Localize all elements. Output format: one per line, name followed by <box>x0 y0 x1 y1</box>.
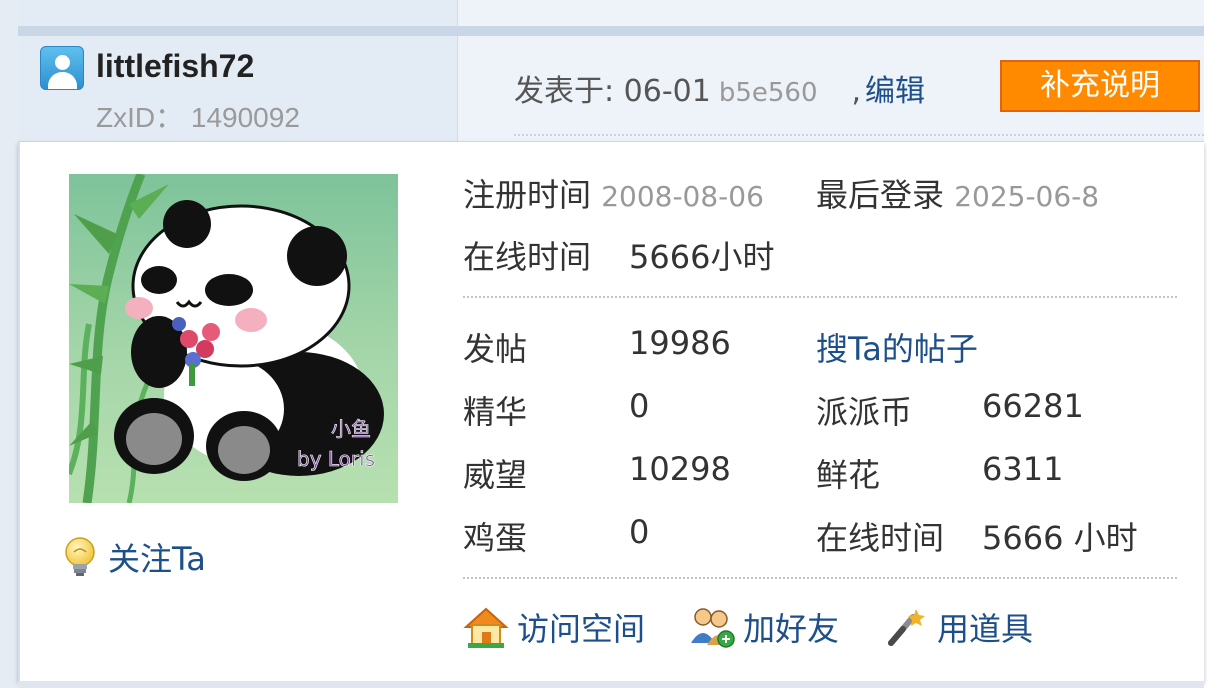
follow-button[interactable]: 关注Ta <box>62 534 206 580</box>
avatar-caption-line1: 小鱼 <box>331 417 371 441</box>
digest-value: 0 <box>629 387 650 425</box>
home-icon <box>463 607 509 648</box>
add-friend-label[interactable]: 加好友 <box>743 604 839 650</box>
post-comma: , <box>851 74 862 109</box>
magic-wand-icon <box>888 609 926 646</box>
online2-value: 5666 小时 <box>982 519 1138 557</box>
author-zxid: ZxID： 1490092 <box>96 102 300 133</box>
author-username[interactable]: littlefish72 <box>96 48 254 85</box>
online-label: 在线时间 <box>463 238 592 276</box>
last-login-label: 最后登录 <box>816 176 945 214</box>
last-login-value: 2025-06-8 <box>954 180 1100 213</box>
online-row: 在线时间 <box>463 232 591 278</box>
edit-link[interactable]: 编辑 <box>865 74 925 109</box>
panda-avatar-image: 小鱼 by Loris <box>69 174 384 503</box>
follow-label[interactable]: 关注Ta <box>108 534 206 580</box>
posts-label: 发帖 <box>463 330 528 368</box>
bottom-strip <box>18 681 1204 688</box>
avatar-caption-line2: by Loris <box>297 447 375 471</box>
register-row: 注册时间 2008-08-06 <box>463 170 764 216</box>
register-label: 注册时间 <box>463 176 592 214</box>
coins-value: 66281 <box>982 387 1084 425</box>
supplement-button[interactable]: 补充说明 <box>1000 60 1200 112</box>
action-bar: 访问空间 加好友 用道具 <box>463 604 1077 650</box>
online-value-cell: 5666小时 <box>629 232 774 278</box>
lightbulb-icon <box>65 537 95 576</box>
online2-label: 在线时间 <box>816 519 945 557</box>
visit-space-label[interactable]: 访问空间 <box>517 604 645 650</box>
eggs-label: 鸡蛋 <box>463 519 528 557</box>
dotted-divider <box>514 134 1204 136</box>
use-item-label[interactable]: 用道具 <box>937 604 1033 650</box>
post-ip: b5e560 <box>718 78 818 108</box>
user-avatar[interactable]: 小鱼 by Loris <box>69 174 398 503</box>
post-date: 发表于: 06-01 <box>514 74 711 109</box>
user-avatar-icon[interactable] <box>40 46 84 90</box>
online-value: 5666小时 <box>629 238 775 276</box>
last-login-row: 最后登录 2025-06-8 <box>816 170 1099 216</box>
digest-label: 精华 <box>463 393 528 431</box>
post-top-strip <box>18 0 1204 28</box>
add-friend-button[interactable]: 加好友 <box>689 604 839 650</box>
prestige-value: 10298 <box>629 450 731 488</box>
coins-label: 派派币 <box>816 393 913 431</box>
post-meta: 发表于: 06-01 b5e560, 编辑 <box>514 66 925 110</box>
flowers-label: 鲜花 <box>816 456 881 494</box>
post-divider <box>18 26 1204 36</box>
visit-space-button[interactable]: 访问空间 <box>463 604 645 650</box>
flowers-value: 6311 <box>982 450 1064 488</box>
posts-value: 19986 <box>629 324 731 362</box>
add-friend-icon <box>691 608 735 648</box>
use-item-button[interactable]: 用道具 <box>883 604 1033 650</box>
stats-divider-bottom <box>463 577 1177 579</box>
page-margin <box>1204 0 1228 688</box>
register-value: 2008-08-06 <box>601 180 764 213</box>
prestige-label: 威望 <box>463 456 528 494</box>
search-posts-link[interactable]: 搜Ta的帖子 <box>816 324 978 370</box>
eggs-value: 0 <box>629 513 650 551</box>
stats-divider-top <box>463 296 1177 298</box>
